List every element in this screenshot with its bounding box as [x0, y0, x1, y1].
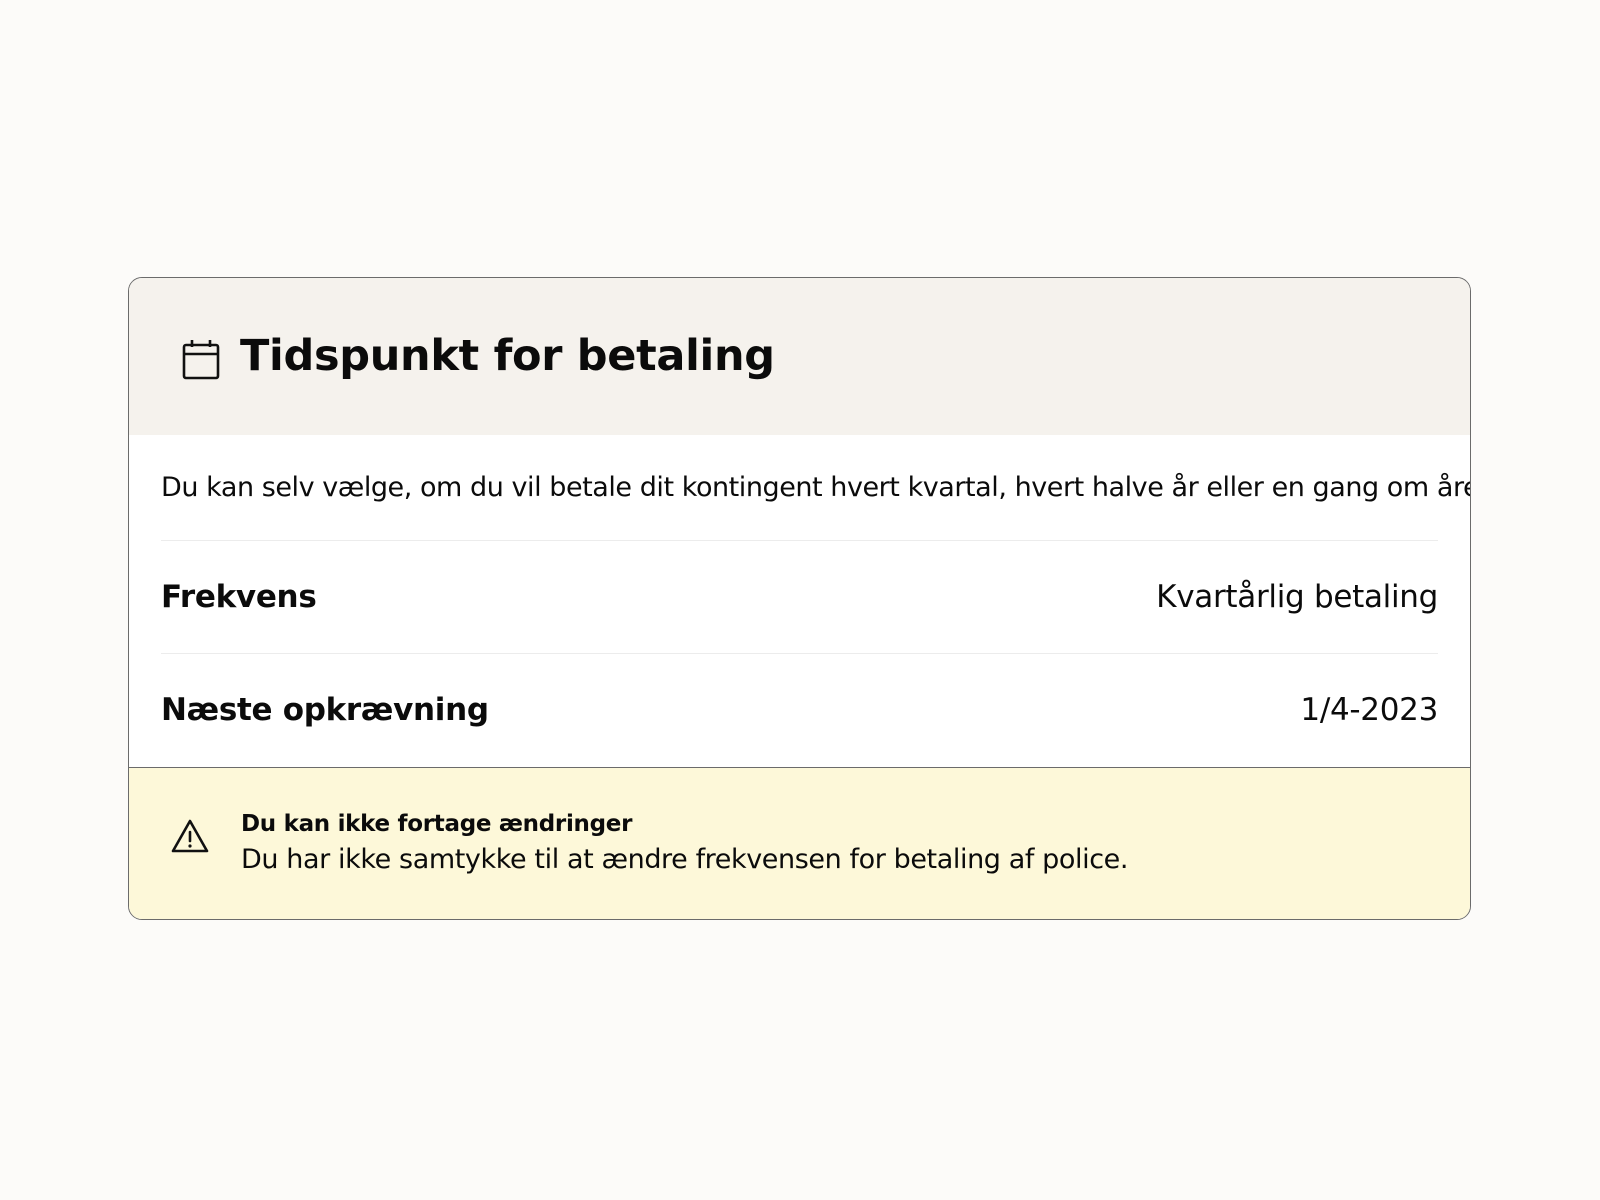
frequency-value: Kvartårlig betaling	[1156, 579, 1438, 615]
warning-message: Du har ikke samtykke til at ændre frekve…	[241, 843, 1129, 875]
warning-title: Du kan ikke fortage ændringer	[241, 811, 633, 837]
card-body: Du kan selv vælge, om du vil betale dit …	[129, 435, 1470, 766]
warning-banner: Du kan ikke fortage ændringer Du har ikk…	[129, 767, 1470, 919]
payment-timing-card: Tidspunkt for betaling Du kan selv vælge…	[128, 277, 1471, 920]
warning-text: Du kan ikke fortage ændringer Du har ikk…	[241, 811, 1128, 877]
card-description: Du kan selv vælge, om du vil betale dit …	[161, 435, 1470, 541]
next-charge-row: Næste opkrævning 1/4-2023	[161, 654, 1438, 766]
warning-triangle-icon	[170, 818, 210, 854]
calendar-icon	[182, 338, 220, 380]
card-header: Tidspunkt for betaling	[129, 278, 1470, 435]
next-charge-value: 1/4-2023	[1300, 692, 1438, 728]
frequency-label: Frekvens	[161, 579, 317, 615]
frequency-row: Frekvens Kvartårlig betaling	[161, 541, 1438, 654]
next-charge-label: Næste opkrævning	[161, 692, 489, 728]
card-title: Tidspunkt for betaling	[240, 331, 775, 381]
